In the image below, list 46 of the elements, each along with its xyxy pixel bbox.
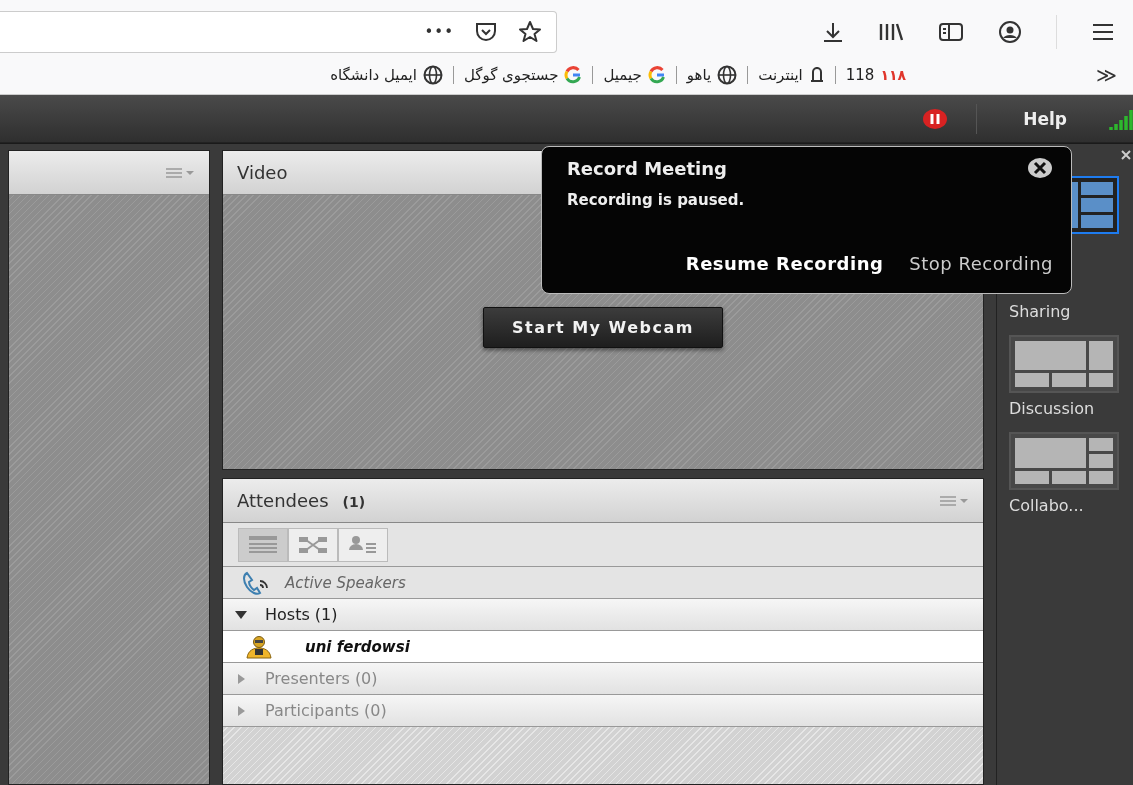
menu-icon[interactable] [1091,21,1115,42]
phone-icon [241,570,269,595]
panel-title: Attendees [237,490,329,511]
globe-icon [422,64,443,85]
google-logo-icon [647,65,666,84]
status-view-icon [348,534,378,555]
dialog-message: Recording is paused. [567,191,746,209]
google-logo-icon [564,65,583,84]
close-icon[interactable] [1121,150,1131,160]
resume-recording-button[interactable]: Resume Recording [685,253,884,274]
bookmark[interactable]: اینترنت [758,64,825,85]
bookmark[interactable]: یاهو [686,64,738,85]
pocket-icon[interactable] [474,20,498,43]
bookmark[interactable]: ایمیل دانشگاه [330,64,443,85]
sidebar-icon[interactable] [938,21,964,42]
start-webcam-button[interactable]: Start My Webcam [483,307,723,348]
attendee-name[interactable]: uni ferdowsi [305,637,410,656]
download-icon[interactable] [822,20,844,43]
bookmark[interactable]: جستجوی گوگل [463,65,583,84]
bookmarks-overflow-button[interactable]: ≫ [1096,62,1117,87]
host-user-icon [243,634,275,659]
bookmark[interactable]: جیمیل [603,65,666,84]
view-toggle-button[interactable] [238,527,288,562]
attendee-group-row[interactable]: Hosts (1) [223,599,983,631]
breakout-view-icon [298,534,328,555]
list-view-icon [248,534,278,555]
library-icon[interactable] [878,21,904,42]
account-icon[interactable] [998,19,1022,44]
view-toggle-button[interactable] [288,527,338,562]
attendee-count: (1) [342,494,366,510]
page-actions-menu[interactable]: ••• [424,22,454,41]
star-icon[interactable] [518,19,542,44]
help-menu[interactable]: Help [1023,108,1067,129]
globe-icon [717,64,738,85]
collapse-triangle-icon[interactable] [235,609,247,620]
address-bar[interactable]: ••• [0,10,557,53]
pause-recording-icon[interactable] [922,107,949,130]
active-speakers-label: Active Speakers [285,573,406,592]
view-toggle-button[interactable] [338,527,388,562]
dialog-title: Record Meeting [567,157,727,179]
close-icon[interactable] [1027,157,1053,179]
bell-icon [808,64,825,85]
stop-recording-button[interactable]: Stop Recording [909,253,1053,274]
panel-title: Video [237,162,288,183]
layout-option[interactable]: Collabo... [1009,432,1119,515]
layout-option[interactable]: Discussion [1009,335,1119,418]
